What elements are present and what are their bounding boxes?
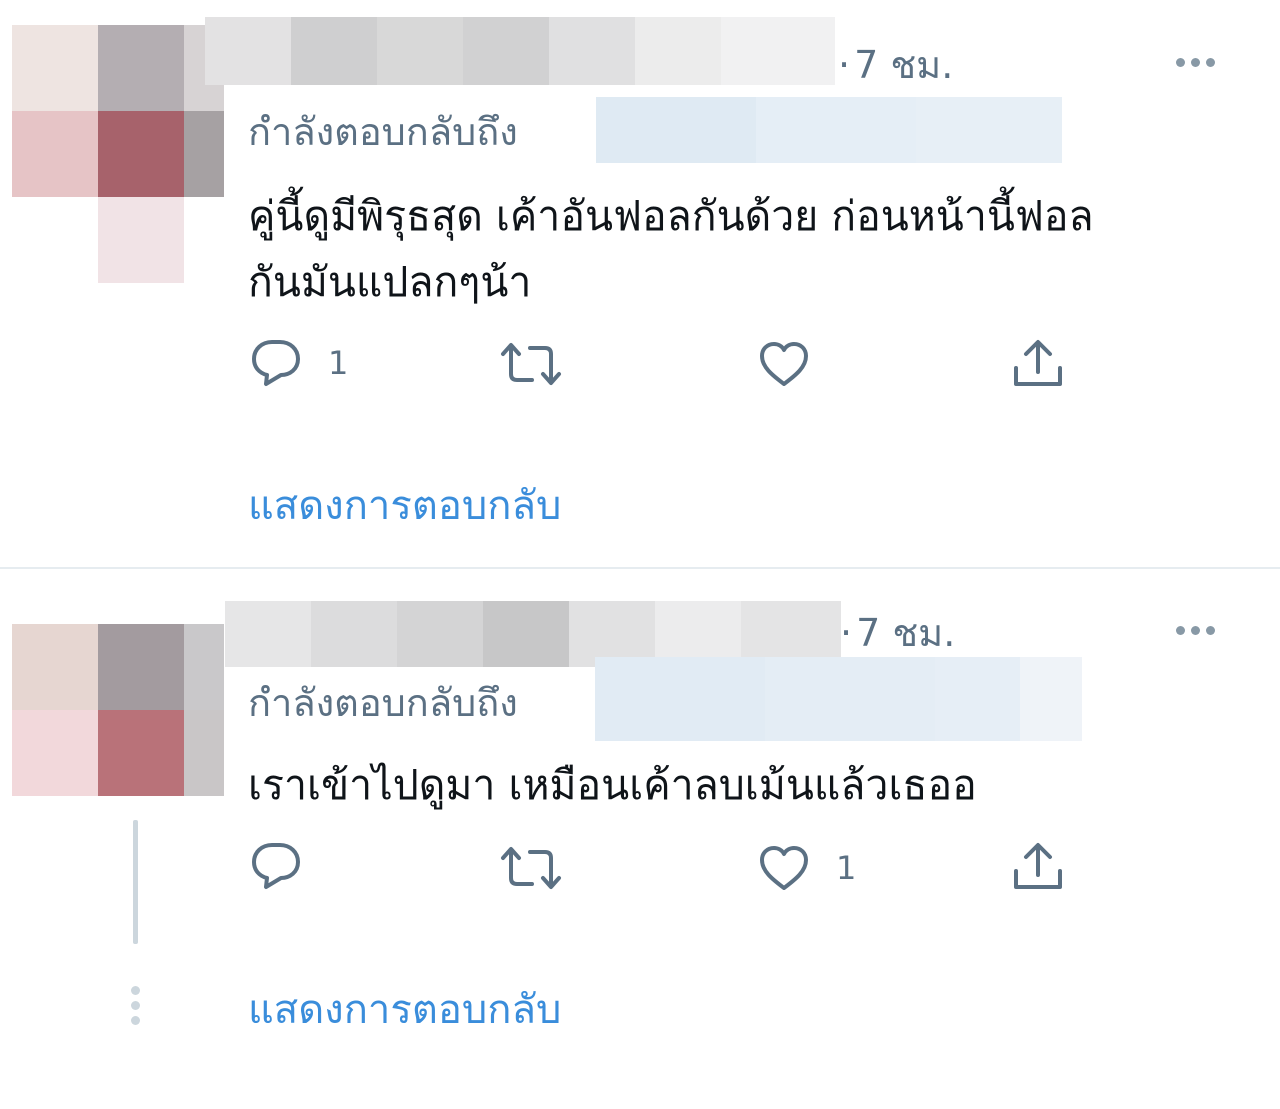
- like-icon: [760, 846, 808, 890]
- tweet-text: คู่นี้ดูมีพิรุธสุด เค้าอันฟอลกันด้วย ก่อ…: [248, 183, 1238, 315]
- tweet-card[interactable]: · 7 ชม. กำลังตอบกลับถึง คู่นี้ดูมีพิรุธสุ…: [0, 0, 1280, 566]
- tweet-text: เราเข้าไปดูมา เหมือนเค้าลบเม้นแล้วเธออ: [248, 752, 1238, 818]
- share-button[interactable]: [1012, 338, 1064, 390]
- show-replies-link[interactable]: แสดงการตอบกลับ: [248, 990, 561, 1030]
- share-button[interactable]: [1012, 841, 1064, 893]
- tweet-timestamp[interactable]: · 7 ชม.: [838, 46, 953, 84]
- author-name-redacted[interactable]: [205, 17, 835, 85]
- reply-button[interactable]: 1: [250, 338, 348, 388]
- tweet-timestamp[interactable]: · 7 ชม.: [840, 614, 955, 652]
- time-label: 7 ชม.: [856, 611, 956, 655]
- reply-handle-redacted[interactable]: [595, 657, 1082, 741]
- reply-icon: [252, 843, 300, 889]
- retweet-button[interactable]: [500, 844, 588, 892]
- like-count: 1: [836, 849, 857, 887]
- reply-button[interactable]: [250, 841, 328, 891]
- more-icon[interactable]: [1176, 626, 1215, 635]
- retweet-icon: [501, 847, 561, 889]
- reply-handle-redacted[interactable]: [596, 97, 1062, 163]
- show-replies-link[interactable]: แสดงการตอบกลับ: [248, 486, 561, 526]
- reply-icon: [252, 340, 300, 386]
- like-button[interactable]: 1: [758, 844, 856, 892]
- thread-ellipsis-icon: [131, 986, 140, 1025]
- retweet-button[interactable]: [500, 340, 588, 388]
- time-separator: ·: [838, 43, 851, 87]
- share-icon: [1014, 340, 1062, 386]
- thread-connector-line: [133, 820, 138, 944]
- replying-to-label: กำลังตอบกลับถึง: [248, 681, 518, 725]
- tweet-card[interactable]: · 7 ชม. กำลังตอบกลับถึง เราเข้าไปดูมา เหม…: [0, 566, 1280, 1109]
- reply-count: 1: [328, 344, 349, 382]
- avatar[interactable]: [12, 624, 224, 882]
- tweet-text-line: กันมันแปลกๆน้า: [248, 258, 532, 306]
- share-icon: [1014, 843, 1062, 889]
- like-button[interactable]: [758, 340, 836, 388]
- tweet-text-line: คู่นี้ดูมีพิรุธสุด เค้าอันฟอลกันด้วย ก่อ…: [248, 192, 1094, 240]
- time-separator: ·: [840, 611, 853, 655]
- like-icon: [760, 342, 808, 386]
- time-label: 7 ชม.: [854, 43, 954, 87]
- retweet-icon: [501, 343, 561, 385]
- replying-to-label: กำลังตอบกลับถึง: [248, 110, 518, 154]
- tweet-text-line: เราเข้าไปดูมา เหมือนเค้าลบเม้นแล้วเธออ: [248, 761, 977, 809]
- avatar[interactable]: [12, 25, 224, 283]
- more-icon[interactable]: [1176, 58, 1215, 67]
